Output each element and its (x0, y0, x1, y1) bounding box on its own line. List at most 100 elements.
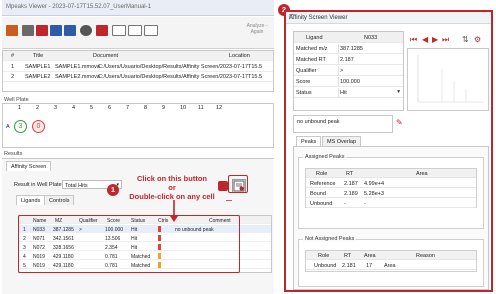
cell-rt: - (344, 201, 346, 207)
next-icon[interactable]: ▶ (432, 35, 438, 44)
export-icon[interactable] (36, 25, 48, 36)
not-assigned-peaks-table: Role RT Area Reason Unbound 2.181 17 Are… (305, 250, 477, 272)
col-header-document: Document (93, 53, 119, 59)
cell-area: 5.28e+3 (364, 191, 385, 197)
row-title: SAMPLE1 (25, 64, 51, 70)
well-col-label: 7 (126, 105, 130, 111)
comment-box[interactable]: no unbound peak (293, 115, 393, 133)
well-col-label: 5 (90, 105, 94, 111)
ligand-field-row[interactable]: Qualifier > (294, 66, 403, 76)
tab-ligands[interactable]: Ligands (16, 195, 46, 205)
ligand-fields: Matched m/z 387.1285 Matched RT 2.187 Qualif… (294, 44, 403, 110)
sort-icon[interactable]: ⇅ (462, 35, 469, 44)
well-plate: 1 2 3 4 5 6 7 8 9 10 11 12 A 3 0 (2, 103, 274, 148)
cell-area: 17 (366, 263, 373, 269)
last-icon[interactable]: ⏭ (442, 35, 449, 45)
cell-area: 4.99e+4 (364, 181, 385, 187)
col-header-index: # (11, 53, 15, 59)
row-location: C:/Users/Usuario/Desktop/Results/Affinit… (98, 64, 263, 70)
col-header-rt: RT (346, 171, 354, 177)
highlight-viewer-button (228, 175, 248, 193)
ligand-header-key: Ligand (306, 34, 323, 41)
row-index: 1 (11, 64, 15, 70)
well-a1[interactable]: 3 (14, 120, 27, 133)
first-icon[interactable]: ⏮ (410, 35, 417, 45)
well-col-label: 4 (72, 105, 76, 111)
column-divider (338, 88, 339, 97)
col-header-area: Area (364, 253, 376, 259)
table-row[interactable]: Bound 2.189 5.28e+3 (306, 189, 476, 198)
settings-gear-icon[interactable] (80, 25, 92, 36)
spectrum-sketch (417, 55, 484, 103)
ligand-field-row[interactable]: Status Hit ▾ (294, 88, 403, 98)
mpeaks-viewer-window: Mpeaks Viewer - 2023-07-17T15.52.07_User… (0, 0, 274, 294)
tab-controls[interactable]: Controls (44, 195, 75, 205)
save-icon[interactable] (22, 25, 34, 36)
field-value: > (340, 68, 344, 74)
tab-peaks-label: Peaks (301, 139, 317, 145)
spectrum-plot (407, 48, 489, 111)
assigned-peaks-table: Role RT Area Reference 2.187 4.99e+4 Bound 2… (305, 168, 477, 208)
cell-role: Unbound (314, 263, 337, 269)
edit-comment-icon[interactable]: ✎ (396, 118, 403, 127)
well-col-label: 11 (198, 105, 204, 111)
row-document: SAMPLE2.mmova (55, 74, 100, 80)
well-a2[interactable]: 0 (32, 120, 45, 133)
assigned-peaks-title: Assigned Peaks (303, 154, 347, 160)
cell-rt: 2.189 (344, 191, 358, 197)
settings-icon[interactable]: ⚙ (474, 35, 481, 44)
col-header-role: Role (316, 171, 328, 177)
column-divider (338, 77, 339, 86)
cell-rt: 2.187 (344, 181, 358, 187)
navigation-toolbar: ⏮ ◀ ▶ ⏭ ⇅ ⚙ (410, 35, 490, 45)
previous-icon[interactable]: ◀ (422, 35, 428, 44)
field-key: Score (296, 79, 311, 85)
analyze-again-button[interactable]: Analyze - Again (244, 23, 270, 35)
callout-arrows (170, 200, 232, 222)
open-folder-icon[interactable] (6, 25, 18, 36)
field-key: Qualifier (296, 68, 317, 74)
ligand-field-row[interactable]: Matched RT 2.187 (294, 55, 403, 65)
not-assigned-peaks-group: Not Assigned Peaks Role RT Area Reason U… (298, 236, 484, 287)
close-icon[interactable]: × (289, 13, 487, 20)
results-label: Results (4, 151, 23, 157)
tab-controls-label: Controls (49, 198, 70, 204)
title-bar: Affinity Screen Viewer ❐ × (286, 12, 491, 24)
cell-role: Reference (310, 181, 336, 187)
table-view-icon[interactable] (128, 25, 142, 36)
results-icon[interactable] (64, 25, 76, 36)
plugin-icon[interactable] (96, 25, 108, 36)
tab-peaks[interactable]: Peaks (296, 136, 322, 146)
table-row[interactable]: Unbound - - (306, 199, 476, 208)
table-row[interactable]: Reference 2.187 4.99e+4 (306, 179, 476, 188)
ligand-field-row[interactable]: Matched m/z 387.1285 (294, 44, 403, 54)
cell-role: Bound (310, 191, 326, 197)
tab-ms-overlap[interactable]: MS Overlap (322, 136, 362, 146)
table-row[interactable]: Unbound 2.181 17 Area (306, 261, 476, 270)
ligand-header-row: Ligand N033 (294, 32, 403, 43)
table-header-row: # Title Document Location (3, 51, 273, 61)
report-icon[interactable] (50, 25, 62, 36)
row-index: 2 (11, 74, 15, 80)
table-header-row: Role RT Area (306, 169, 476, 178)
assigned-peaks-group: Assigned Peaks Role RT Area Reference 2.1… (298, 154, 484, 229)
title-bar: Mpeaks Viewer - 2023-07-17T15.52.07_User… (2, 0, 274, 16)
row-label-a: A (6, 124, 10, 130)
grid-view-icon[interactable] (112, 25, 126, 36)
ligand-field-row[interactable]: Score 100.000 (294, 77, 403, 87)
assigned-rows: Reference 2.187 4.99e+4 Bound 2.189 5.28e+3 Un… (306, 179, 476, 209)
tab-ms-overlap-label: MS Overlap (327, 139, 357, 145)
well-col-label: 8 (144, 105, 148, 111)
row-location: C:/Users/Usuario/Desktop/Results/Affinit… (98, 74, 263, 80)
cell-rt: 2.181 (342, 263, 356, 269)
cell-role: Unbound (310, 201, 333, 207)
tab-affinity-screen[interactable]: Affinity Screen (6, 161, 52, 171)
list-view-icon[interactable] (144, 25, 158, 36)
table-row[interactable]: 1 SAMPLE1 SAMPLE1.mmova C:/Users/Usuario… (3, 62, 273, 72)
field-value: 387.1285 (340, 46, 363, 52)
field-value: 2.187 (340, 57, 354, 63)
table-row[interactable]: 2 SAMPLE2 SAMPLE2.mmova C:/Users/Usuario… (3, 72, 273, 82)
col-header-reason: Reason (416, 253, 435, 259)
well-plate-columns: 1 2 3 4 5 6 7 8 9 10 11 12 (3, 105, 273, 113)
row-title: SAMPLE2 (25, 74, 51, 80)
